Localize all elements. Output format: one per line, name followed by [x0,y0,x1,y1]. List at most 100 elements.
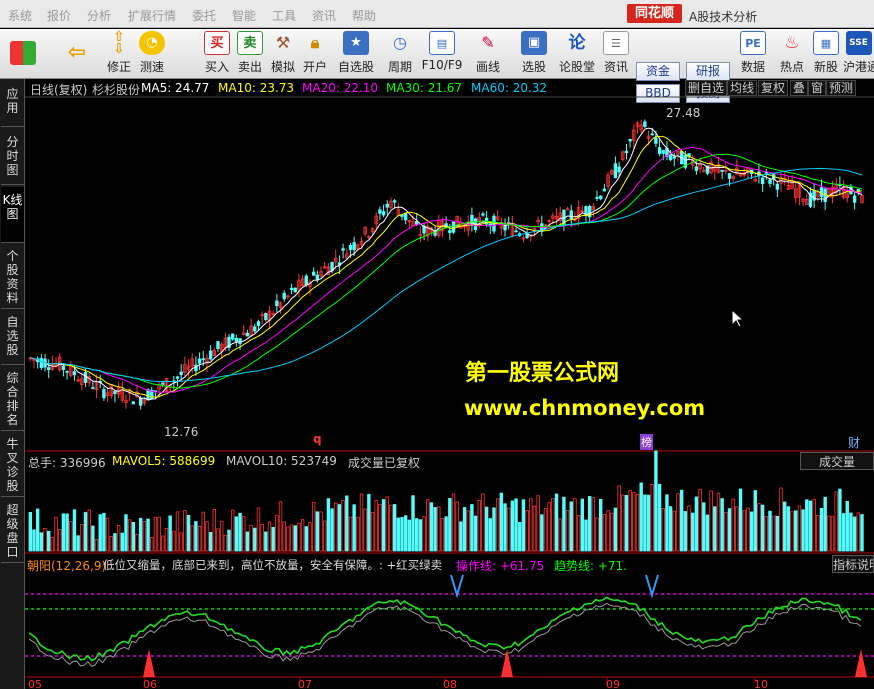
forum-button[interactable]: 论 论股堂 [556,31,598,77]
mavol5-label: MAVOL5: 588699 [112,454,216,468]
revise-label: 修正 [106,60,131,74]
watchlist-label: 自选股 [337,60,374,74]
speed-test-button[interactable]: ◔ 测速 [136,31,168,77]
ma5-label: MA5: 24.77 [141,81,210,95]
menu-smart[interactable]: 智能 [232,7,256,24]
toolbar: ⇦ ⇧ ⇩ 修正 ◔ 测速 买 买入 卖 卖出 ⚒ 模拟 🔒︎ 开户 ★ 自选股 … [0,29,874,103]
sell-button[interactable]: 卖 卖出 [234,31,266,77]
news-label: 资讯 [603,60,628,74]
x-axis-label: 06 [143,678,157,689]
new-stock-button[interactable]: ▦ 新股 [810,31,842,77]
x-axis-label: 07 [298,678,312,689]
candlesticks [28,119,864,410]
marker-bang[interactable]: 榜 [640,434,653,450]
f10-icon: ▤ [429,31,455,55]
stock-pick-label: 选股 [521,60,546,74]
draw-line-button[interactable]: ✎ 画线 [470,31,506,77]
x-axis-label: 10 [754,678,768,689]
windows-icon [10,41,36,65]
x-axis-label: 05 [28,678,42,689]
tab-kline[interactable]: K线图 [1,187,24,243]
period-button[interactable]: ◷ 周期 [382,31,418,77]
buy-label: 买入 [204,60,229,74]
stock-pick-icon: ▣ [521,31,547,55]
marker-q[interactable]: q [313,432,322,446]
low-price-label: 12.76 [164,425,199,439]
tab-apps[interactable]: 应用 [1,79,24,127]
window-button[interactable]: 窗 [808,80,827,96]
menu-quotes[interactable]: 报价 [47,7,71,24]
stock-pick-button[interactable]: ▣ 选股 [516,31,552,77]
star-icon: ★ [343,31,369,55]
adjust-button[interactable]: 复权 [758,80,789,96]
menu-trade[interactable]: 委托 [192,7,216,24]
period-label[interactable]: 日线(复权) [30,81,87,98]
period-label: 周期 [387,60,412,74]
x-axis-label: 09 [606,678,620,689]
watchlist-button[interactable]: ★ 自选股 [335,31,377,77]
hot-button[interactable]: ♨ 热点 [776,31,808,77]
revise-button[interactable]: ⇧ ⇩ 修正 [103,30,135,77]
tab-intraday-label: 分时图 [6,135,19,177]
ma10-label: MA10: 23.73 [218,81,295,95]
windows-button[interactable] [8,31,38,77]
menu-system[interactable]: 系统 [8,7,32,24]
mavol10-label: MAVOL10: 523749 [226,454,337,468]
kline-chart[interactable] [25,79,874,689]
tab-kline-label: K线图 [2,193,23,221]
hot-label: 热点 [779,60,804,74]
ma30-label: MA30: 21.67 [386,81,463,95]
tab-watchlist-label: 自选股 [6,315,19,357]
menu-tools[interactable]: 工具 [272,7,296,24]
pen-icon: ✎ [481,33,495,52]
menu-analysis[interactable]: 分析 [87,7,111,24]
menu-help[interactable]: 帮助 [352,7,376,24]
mouse-cursor [731,309,745,328]
volume-indicator-button[interactable]: 成交量 [800,452,874,470]
high-price-label: 27.48 [666,106,701,120]
back-arrow-icon: ⇦ [67,40,87,65]
remove-watchlist-button[interactable]: 删自选 [685,80,728,96]
buy-button[interactable]: 买 买入 [201,31,233,77]
ma20-label: MA20: 22.10 [302,81,379,95]
menu-info[interactable]: 资讯 [312,7,336,24]
indicator-name[interactable]: 朝阳(12,26,9) [27,557,106,574]
watermark-title: 第一股票公式网 [465,361,620,386]
data-button[interactable]: PE 数据 [737,31,769,77]
news-icon: ☰ [603,31,629,55]
forecast-chart-button[interactable]: 预测 [826,80,857,96]
indicator-help-button[interactable]: 指标说明 [832,555,874,573]
tab-ranking[interactable]: 综合排名 [1,367,24,431]
simulate-label: 模拟 [270,60,295,74]
tab-watchlist[interactable]: 自选股 [1,311,24,365]
new-stock-label: 新股 [813,60,838,74]
tab-super-panel[interactable]: 超级盘口 [1,499,24,563]
f10-button[interactable]: ▤ F10/F9 [420,31,464,77]
stock-name: 杉杉股份 [92,83,141,97]
app-title: A股技术分析 [689,10,758,24]
tab-diagnosis-label: 牛叉诊股 [6,437,19,493]
gavel-icon: ⚒ [275,33,291,52]
open-account-button[interactable]: 🔒︎ 开户 [299,31,331,77]
simulate-button[interactable]: ⚒ 模拟 [267,31,299,77]
op-line-label: 操作线: +61.75 [456,559,545,573]
tab-intraday[interactable]: 分时图 [1,129,24,185]
tab-ranking-label: 综合排名 [6,371,19,427]
marker-cai[interactable]: 财 [848,434,860,451]
back-button[interactable]: ⇦ [62,31,92,77]
menu-extended-quotes[interactable]: 扩展行情 [128,7,176,24]
f10-label: F10/F9 [421,58,463,72]
indicator-lines [25,574,874,677]
sell-icon: 卖 [237,31,263,55]
ma-button[interactable]: 均线 [727,80,758,96]
hk-connect-button[interactable]: SSE 沪港通 [843,31,874,77]
tab-stock-profile[interactable]: 个股资料 [1,245,24,309]
overlay-button[interactable]: 叠 [790,80,809,96]
volume-adjusted-note: 成交量已复权 [348,456,421,470]
tab-diagnosis[interactable]: 牛叉诊股 [1,433,24,497]
news-button[interactable]: ☰ 资讯 [600,31,632,77]
tab-super-panel-label: 超级盘口 [6,503,19,559]
forum-label: 论股堂 [558,60,595,74]
hk-connect-label: 沪港通 [843,60,874,74]
tab-apps-label: 应用 [6,87,19,115]
